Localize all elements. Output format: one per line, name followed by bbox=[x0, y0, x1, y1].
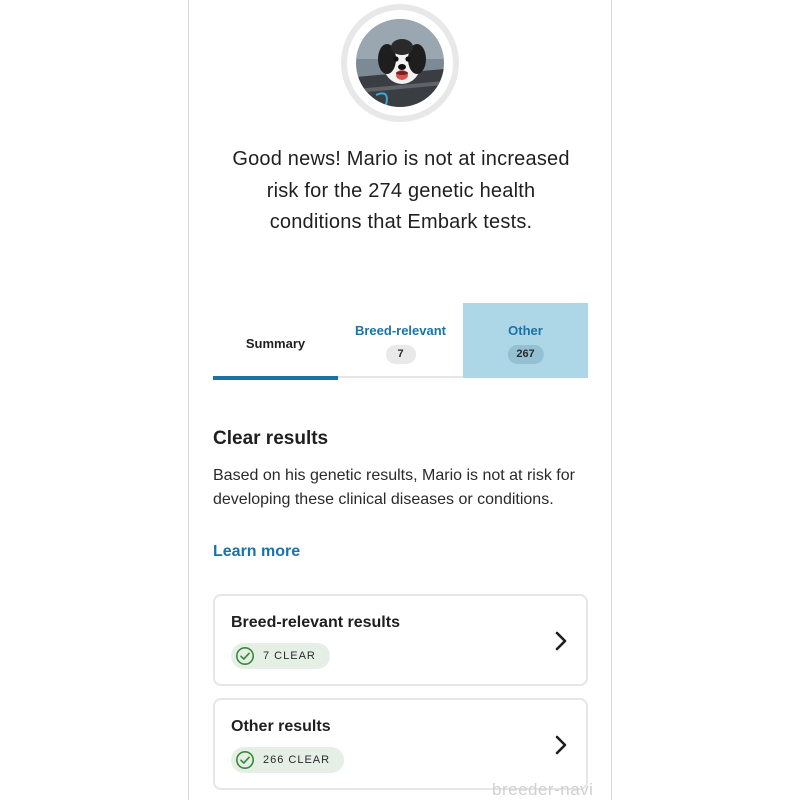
dog-photo bbox=[356, 19, 444, 107]
other-results-card[interactable]: Other results 266 CLEAR bbox=[213, 698, 588, 790]
results-tabs: Summary Breed-relevant 7 Other 267 bbox=[213, 303, 588, 380]
tab-summary[interactable]: Summary bbox=[213, 303, 338, 380]
clear-results-description: Based on his genetic results, Mario is n… bbox=[213, 467, 575, 508]
card-title: Breed-relevant results bbox=[231, 614, 400, 631]
breed-relevant-results-card[interactable]: Breed-relevant results 7 CLEAR bbox=[213, 594, 588, 686]
tab-other-label: Other bbox=[508, 323, 543, 338]
clear-count: 266 CLEAR bbox=[263, 754, 331, 766]
check-circle-icon bbox=[236, 751, 254, 769]
health-summary-headline: Good news! Mario is not at increased ris… bbox=[232, 148, 570, 233]
tab-summary-label: Summary bbox=[245, 336, 306, 351]
chevron-right-icon bbox=[555, 735, 567, 755]
chevron-right-icon bbox=[555, 631, 567, 651]
clear-badge: 7 CLEAR bbox=[231, 643, 330, 669]
tab-other-count: 267 bbox=[507, 345, 544, 364]
tab-other[interactable]: Other 267 bbox=[463, 303, 588, 378]
active-tab-indicator bbox=[213, 376, 338, 380]
clear-count: 7 CLEAR bbox=[263, 650, 316, 662]
content-panel: Good news! Mario is not at increased ris… bbox=[188, 0, 612, 800]
card-title: Other results bbox=[231, 718, 331, 735]
learn-more-link[interactable]: Learn more bbox=[213, 543, 300, 561]
clear-results-title: Clear results bbox=[213, 428, 329, 449]
check-circle-icon bbox=[236, 647, 254, 665]
tab-breed-relevant[interactable]: Breed-relevant 7 bbox=[338, 303, 463, 378]
watermark-text: breeder-navi bbox=[492, 780, 594, 799]
tab-breed-relevant-label: Breed-relevant bbox=[354, 323, 447, 338]
clear-badge: 266 CLEAR bbox=[231, 747, 345, 773]
tab-breed-relevant-count: 7 bbox=[385, 345, 416, 364]
dog-avatar bbox=[341, 4, 459, 122]
